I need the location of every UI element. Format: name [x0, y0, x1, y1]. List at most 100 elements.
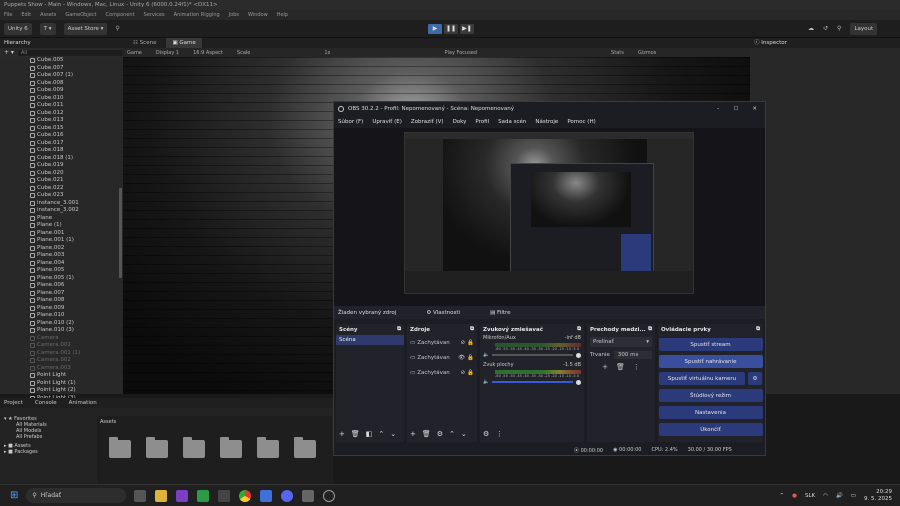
obs-icon[interactable] [323, 489, 336, 502]
undock-icon[interactable]: ⧉ [470, 326, 474, 333]
desktop-volume-slider[interactable] [492, 381, 573, 383]
hierarchy-item-inactive[interactable]: Camera.002 [0, 357, 123, 365]
minimize-icon[interactable]: – [717, 106, 720, 112]
maximize-icon[interactable]: ☐ [733, 106, 738, 112]
teams-icon[interactable] [176, 489, 189, 502]
obs-menu-profile[interactable]: Profil [475, 119, 489, 125]
hierarchy-item[interactable]: Cube.009 [0, 87, 123, 95]
hierarchy-item-inactive[interactable]: Camera.003 [0, 365, 123, 373]
move-down-icon[interactable]: ⌄ [461, 430, 467, 438]
folder-icon[interactable] [260, 489, 273, 502]
obs-menu-docks[interactable]: Doky [453, 119, 467, 125]
menu-assets[interactable]: Assets [40, 12, 56, 18]
search-icon[interactable]: ⚲ [115, 25, 119, 32]
source-item[interactable]: ▭ Zachytávan 👁 🔒 [407, 350, 477, 365]
folder-icon[interactable] [294, 437, 316, 458]
hierarchy-item-light[interactable]: Point Light [0, 372, 123, 380]
folder-icon[interactable] [183, 437, 205, 458]
undock-icon[interactable]: ⧉ [756, 326, 760, 333]
hierarchy-item[interactable]: Cube.016 [0, 132, 123, 140]
hierarchy-item[interactable]: Plane.001 [0, 230, 123, 238]
hierarchy-item[interactable]: Plane.009 [0, 305, 123, 313]
lock-icon[interactable]: 🔒 [467, 340, 474, 346]
hierarchy-item[interactable]: Plane.001 (1) [0, 237, 123, 245]
hierarchy-item[interactable]: Cube.017 [0, 140, 123, 148]
studio-mode-button[interactable]: Štúdiový režim [658, 389, 763, 402]
lock-icon[interactable]: 🔒 [467, 370, 474, 376]
mute-icon[interactable]: 🔈 [483, 352, 489, 358]
visibility-icon[interactable]: ⊘ [461, 370, 466, 376]
hierarchy-item[interactable]: Plane.003 [0, 252, 123, 260]
menu-jobs[interactable]: Jobs [229, 12, 239, 18]
cloud-button[interactable]: T ▾ [39, 22, 56, 35]
undock-icon[interactable]: ⧉ [397, 326, 401, 333]
volume-icon[interactable]: 🔊 [836, 493, 843, 499]
hierarchy-item[interactable]: Cube.021 [0, 177, 123, 185]
hierarchy-item[interactable]: Cube.008 [0, 80, 123, 88]
desktop-slider-thumb[interactable] [576, 379, 581, 385]
source-settings-icon[interactable]: ⚙ [437, 430, 443, 438]
hierarchy-item[interactable]: instance_3.001 [0, 200, 123, 208]
search-icon[interactable]: ⚲ [837, 25, 841, 32]
menu-component[interactable]: Component [106, 12, 135, 18]
hierarchy-item-inactive[interactable]: Camera.001 (1) [0, 350, 123, 358]
settings-button[interactable]: Nastavenia [658, 406, 763, 419]
folder-icon[interactable] [257, 437, 279, 458]
move-up-icon[interactable]: ⌃ [449, 430, 455, 438]
hierarchy-item[interactable]: Cube.005 [0, 57, 123, 65]
virtual-camera-settings-icon[interactable]: ⚙ [748, 372, 762, 385]
play-button[interactable]: ▶ [428, 23, 442, 34]
hierarchy-item[interactable]: instance_3.002 [0, 207, 123, 215]
gizmos-toggle[interactable]: Gizmos [638, 50, 656, 56]
hierarchy-search[interactable]: All [17, 49, 123, 56]
aspect-dropdown[interactable]: 16:9 Aspect [193, 50, 223, 56]
hierarchy-item[interactable]: Plane.007 [0, 290, 123, 298]
wifi-icon[interactable]: ◠ [823, 493, 828, 499]
add-source-icon[interactable]: + [410, 430, 416, 438]
move-up-icon[interactable]: ⌃ [378, 430, 384, 438]
tab-game[interactable]: ▣ Game [166, 38, 202, 48]
hierarchy-item[interactable]: Plane.010 [0, 312, 123, 320]
menu-window[interactable]: Window [248, 12, 268, 18]
hierarchy-item[interactable]: Cube.015 [0, 125, 123, 133]
tab-console[interactable]: Console [35, 400, 57, 406]
stats-toggle[interactable]: Stats [611, 50, 624, 56]
excel-icon[interactable] [197, 489, 210, 502]
hierarchy-tab[interactable]: Hierarchy [0, 38, 123, 48]
hierarchy-item[interactable]: Cube.019 [0, 162, 123, 170]
obs-menu-view[interactable]: Zobraziť (V) [411, 119, 444, 125]
folder-icon[interactable] [109, 437, 131, 458]
hierarchy-item[interactable]: Plane.006 [0, 282, 123, 290]
hierarchy-item[interactable]: Cube.007 [0, 65, 123, 73]
scale-value[interactable]: 1x [324, 50, 330, 56]
obs-menu-file[interactable]: Súbor (F) [338, 119, 363, 125]
move-down-icon[interactable]: ⌄ [390, 430, 396, 438]
obs-menu-edit[interactable]: Upraviť (E) [372, 119, 402, 125]
game-dropdown[interactable]: Game [127, 50, 142, 56]
obs-menu-help[interactable]: Pomoc (H) [567, 119, 595, 125]
terminal-icon[interactable] [218, 489, 231, 502]
language-indicator[interactable]: SLK [805, 493, 815, 499]
mic-volume-slider[interactable] [492, 354, 573, 356]
hierarchy-item[interactable]: Cube.023 [0, 192, 123, 200]
hierarchy-item-light[interactable]: Point Light (2) [0, 387, 123, 395]
mic-icon[interactable]: ● [792, 493, 797, 499]
hierarchy-item[interactable]: Plane.005 [0, 267, 123, 275]
properties-button[interactable]: ⚙ Vlastnosti [426, 310, 460, 316]
obs-preview[interactable] [404, 132, 694, 294]
inspector-tab[interactable]: ⓘ Inspector [750, 38, 900, 48]
battery-icon[interactable]: ▭ [851, 493, 856, 499]
obs-menu-tools[interactable]: Nástroje [535, 119, 558, 125]
hierarchy-item[interactable]: Cube.020 [0, 170, 123, 178]
mic-slider-thumb[interactable] [576, 352, 581, 358]
hierarchy-item[interactable]: Plane [0, 215, 123, 223]
undock-icon[interactable]: ⧉ [577, 326, 581, 333]
clock[interactable]: 20:29 9. 5. 2025 [864, 489, 892, 503]
task-view-icon[interactable] [134, 489, 147, 502]
windows-start-icon[interactable]: ⊞ [10, 490, 18, 501]
display-dropdown[interactable]: Display 1 [156, 50, 179, 56]
add-transition-icon[interactable]: + [602, 363, 608, 371]
mixer-settings-icon[interactable]: ⚙ [483, 430, 489, 438]
hierarchy-item[interactable]: Plane.004 [0, 260, 123, 268]
hierarchy-scrollbar[interactable] [119, 188, 122, 278]
